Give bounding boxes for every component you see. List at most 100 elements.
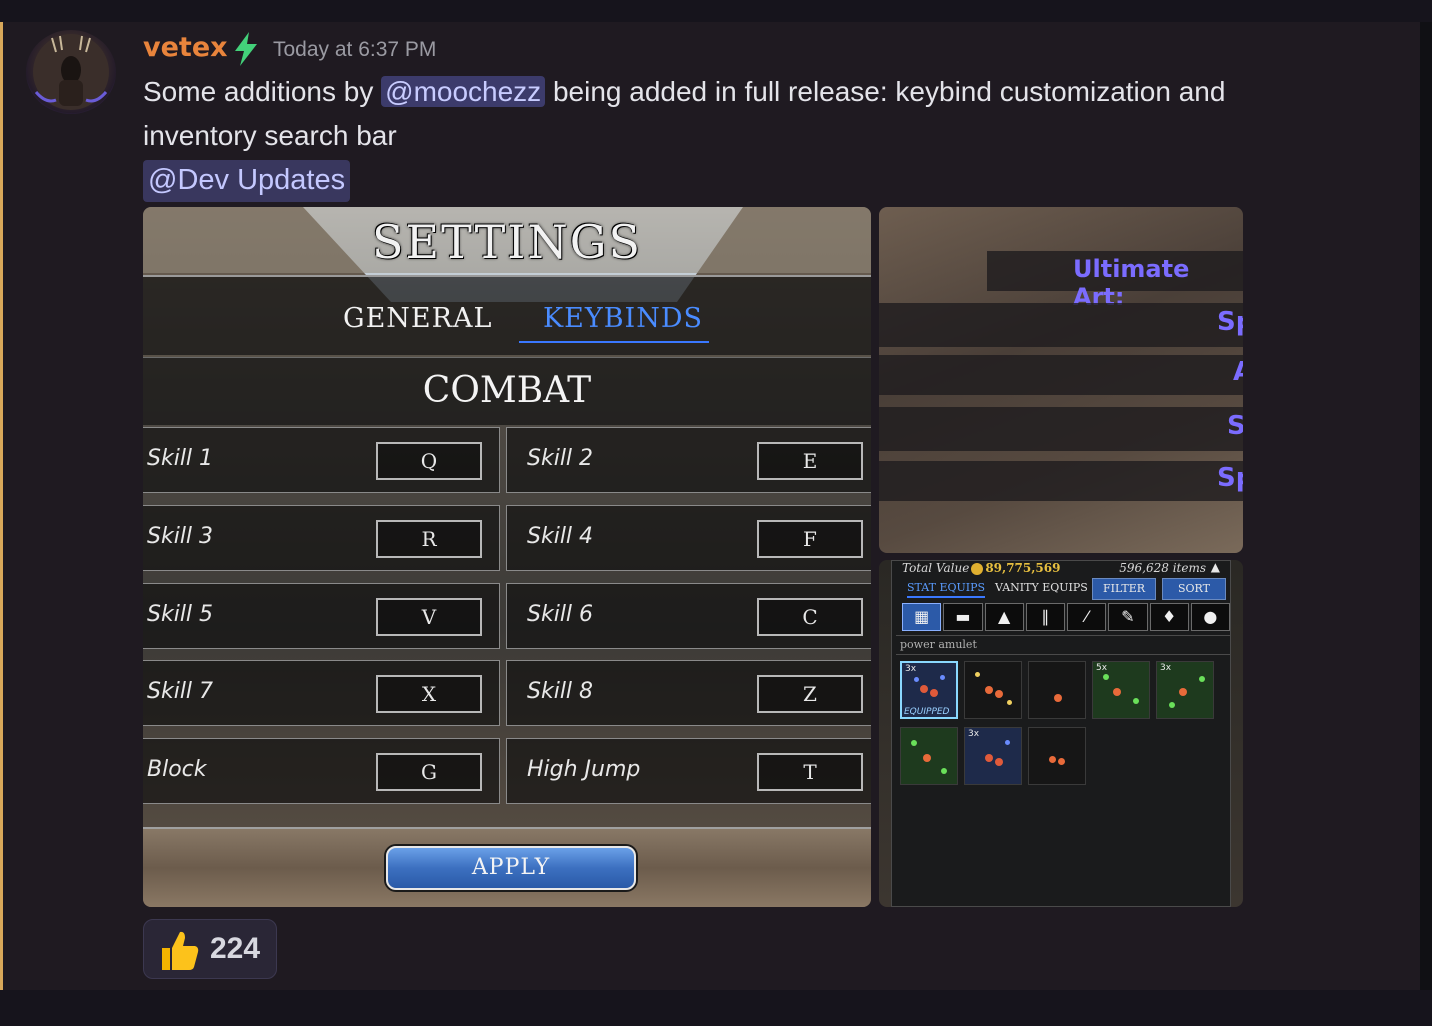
inventory-slot[interactable] xyxy=(1028,727,1086,785)
stack-badge: 3x xyxy=(1160,663,1172,673)
keybind-key-button[interactable]: E xyxy=(757,442,863,480)
keybind-row: Skill 3 R xyxy=(143,505,500,571)
sparkle xyxy=(940,675,945,680)
inventory-search-input[interactable]: power amulet xyxy=(896,635,1230,655)
message-line-1: Some additions by @moochezz being added … xyxy=(143,76,1225,108)
inventory-slot[interactable]: 3x xyxy=(964,727,1022,785)
avatar[interactable] xyxy=(26,30,116,114)
ultimate-row: Sp xyxy=(879,303,1243,347)
stack-badge: 3x xyxy=(905,664,917,674)
sparkle xyxy=(911,740,917,746)
keybind-key-button[interactable]: C xyxy=(757,598,863,636)
wrench-icon[interactable]: ✎ xyxy=(1108,603,1148,631)
chest-armor-icon[interactable]: ▲ xyxy=(984,603,1024,631)
keybind-row: Skill 8 Z xyxy=(506,660,871,726)
keybind-label: Skill 1 xyxy=(147,446,214,471)
keybind-row: Block G xyxy=(143,738,500,804)
keybind-key-button[interactable]: X xyxy=(376,675,482,713)
thumbs-up-icon xyxy=(162,931,199,970)
inventory-screenshot[interactable]: Total Value 89,775,569 596,628 items ▲ ST… xyxy=(879,560,1243,907)
apply-band: APPLY xyxy=(143,827,871,907)
stack-badge: 5x xyxy=(1096,663,1108,673)
hat-icon[interactable]: ▬ xyxy=(943,603,983,631)
sparkle xyxy=(1103,674,1109,680)
keybind-row: Skill 1 Q xyxy=(143,427,500,493)
gem-icon[interactable]: ♦ xyxy=(1149,603,1189,631)
keybind-row: Skill 6 C xyxy=(506,583,871,649)
reaction-thumbs-up[interactable]: 224 xyxy=(143,919,277,979)
amulet-gem xyxy=(1113,688,1121,696)
keybind-row: Skill 4 F xyxy=(506,505,871,571)
ultimate-art-screenshot[interactable]: Ultimate Art: Sp A S Sp xyxy=(879,207,1243,553)
inventory-slot[interactable] xyxy=(900,727,958,785)
total-value-amount: 89,775,569 xyxy=(985,561,1061,575)
avatar-image xyxy=(33,34,109,110)
keybind-label: Skill 5 xyxy=(147,602,214,627)
caret-up-icon[interactable]: ▲ xyxy=(1211,560,1220,574)
ultimate-heading-row: Ultimate Art: xyxy=(987,251,1243,311)
message-line-2: inventory search bar xyxy=(143,120,397,151)
amulet-gem xyxy=(985,754,993,762)
keybind-row: Skill 7 X xyxy=(143,660,500,726)
role-mention[interactable]: @Dev Updates xyxy=(143,160,351,202)
tab-keybinds[interactable]: KEYBINDS xyxy=(543,303,703,334)
sparkle xyxy=(1005,740,1010,745)
keybind-label: Skill 7 xyxy=(147,679,214,704)
amulet-gem xyxy=(995,690,1003,698)
keybind-key-button[interactable]: Z xyxy=(757,675,863,713)
ultimate-label: S xyxy=(1227,411,1243,441)
inventory-slot[interactable]: 3x EQUIPPED xyxy=(900,661,958,719)
scroll-edge xyxy=(1420,22,1432,990)
sparkle xyxy=(1199,676,1205,682)
keybind-key-button[interactable]: R xyxy=(376,520,482,558)
ultimate-row: S xyxy=(879,407,1243,451)
amulet-gem xyxy=(985,686,993,694)
grid-icon[interactable]: ▦ xyxy=(902,603,942,631)
keybind-row: Skill 2 E xyxy=(506,427,871,493)
keybind-label: Skill 4 xyxy=(527,524,594,549)
settings-title: SETTINGS xyxy=(372,215,642,269)
equipped-label: EQUIPPED xyxy=(904,707,950,717)
filter-button[interactable]: FILTER xyxy=(1092,578,1156,600)
amulet-gem xyxy=(1179,688,1187,696)
keybind-key-button[interactable]: F xyxy=(757,520,863,558)
keybind-key-button[interactable]: V xyxy=(376,598,482,636)
tab-stat-equips[interactable]: STAT EQUIPS xyxy=(907,581,986,598)
lightning-icon xyxy=(235,32,257,66)
inventory-slot[interactable] xyxy=(1028,661,1086,719)
apply-button[interactable]: APPLY xyxy=(386,846,636,890)
keybind-label: Skill 3 xyxy=(147,524,214,549)
keybind-label: Skill 2 xyxy=(527,446,594,471)
amulet-gem xyxy=(995,758,1003,766)
sort-button[interactable]: SORT xyxy=(1162,578,1226,600)
keybind-key-button[interactable]: T xyxy=(757,753,863,791)
sparkle xyxy=(914,677,919,682)
inventory-slot[interactable]: 5x xyxy=(1092,661,1150,719)
sword-icon[interactable]: ⁄ xyxy=(1067,603,1107,631)
keybind-key-button[interactable]: Q xyxy=(376,442,482,480)
stack-badge: 3x xyxy=(968,729,980,739)
user-mention[interactable]: @moochezz xyxy=(381,76,546,107)
inventory-slot[interactable] xyxy=(964,661,1022,719)
mention-highlight-bar xyxy=(0,22,3,990)
keybind-key-button[interactable]: G xyxy=(376,753,482,791)
ultimate-label: Sp xyxy=(1217,463,1243,493)
amulet-gem xyxy=(920,685,928,693)
amulet-gem xyxy=(1049,756,1056,763)
amulet-gem xyxy=(923,754,931,762)
keybind-label: High Jump xyxy=(527,757,641,782)
settings-screenshot[interactable]: SETTINGS GENERAL KEYBINDS COMBAT Skill 1… xyxy=(143,207,871,907)
tab-general[interactable]: GENERAL xyxy=(343,303,492,334)
inventory-slot[interactable]: 3x xyxy=(1156,661,1214,719)
section-title: COMBAT xyxy=(422,370,592,411)
ultimate-row: Sp xyxy=(879,461,1243,501)
amulet-gem xyxy=(1054,694,1062,702)
pants-icon[interactable]: ∥ xyxy=(1025,603,1065,631)
category-bar: ▦ ▬ ▲ ∥ ⁄ ✎ ♦ ● xyxy=(902,603,1230,631)
message-text-end: being added in full release: keybind cus… xyxy=(545,76,1226,107)
apple-icon[interactable]: ● xyxy=(1190,603,1230,631)
reaction-count: 224 xyxy=(210,932,261,965)
settings-tab-bar: GENERAL KEYBINDS xyxy=(143,275,871,355)
username[interactable]: vetex xyxy=(143,32,228,63)
tab-vanity-equips[interactable]: VANITY EQUIPS xyxy=(995,581,1088,594)
